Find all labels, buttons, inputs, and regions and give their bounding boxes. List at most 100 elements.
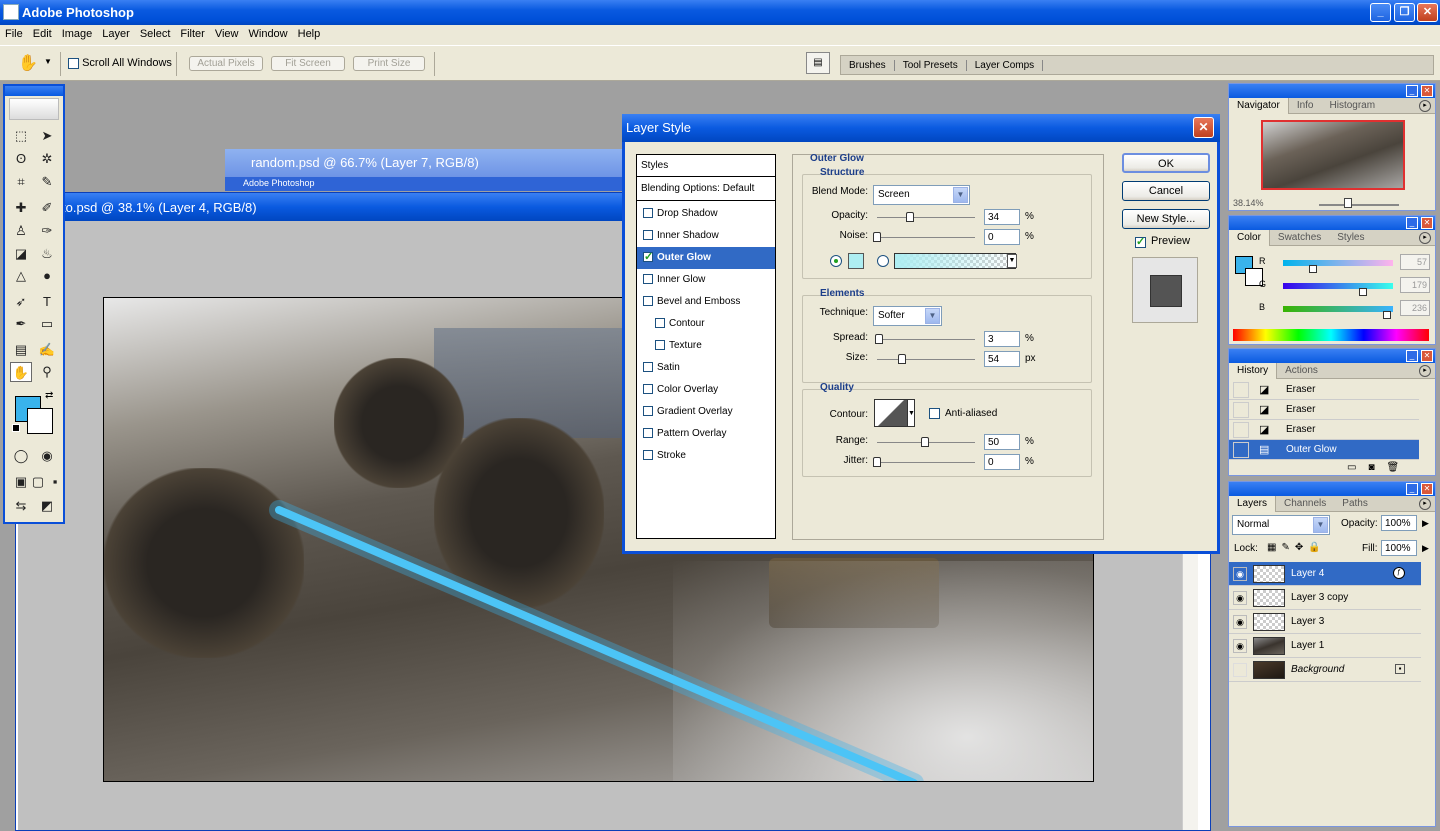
path-select-icon[interactable]: ➶: [10, 292, 32, 312]
screen-mode-full-menu-icon[interactable]: ▪: [44, 472, 66, 492]
panel-menu-icon[interactable]: ▸: [1419, 100, 1431, 112]
zoom-tool-icon[interactable]: ⚲: [36, 362, 58, 382]
color-spectrum-bar[interactable]: [1233, 329, 1429, 341]
dialog-close-button[interactable]: ✕: [1193, 117, 1214, 138]
style-contour[interactable]: Contour: [637, 313, 775, 335]
tool-preset-dropdown-icon[interactable]: ▼: [44, 57, 52, 66]
ok-button[interactable]: OK: [1122, 153, 1210, 173]
minimize-button[interactable]: _: [1370, 3, 1391, 22]
eye-icon[interactable]: ◉: [1233, 639, 1247, 653]
layer-row[interactable]: ◉ Layer 3 copy: [1229, 586, 1421, 610]
menu-file[interactable]: File: [0, 25, 28, 40]
style-gradient-overlay[interactable]: Gradient Overlay: [637, 401, 775, 423]
history-item-current[interactable]: ▤ Outer Glow: [1229, 440, 1419, 460]
style-outer-glow[interactable]: Outer Glow: [637, 247, 775, 269]
jitter-slider[interactable]: [877, 462, 975, 463]
navigator-zoom-knob[interactable]: [1344, 198, 1352, 208]
standard-mode-icon[interactable]: ◯: [10, 446, 32, 466]
contour-dropdown-icon[interactable]: ▼: [907, 399, 915, 427]
blue-slider-knob[interactable]: [1383, 311, 1391, 319]
tab-color[interactable]: Color: [1229, 230, 1270, 246]
menu-edit[interactable]: Edit: [28, 25, 57, 40]
menu-layer[interactable]: Layer: [97, 25, 135, 40]
style-texture[interactable]: Texture: [637, 335, 775, 357]
cancel-button[interactable]: Cancel: [1122, 181, 1210, 201]
eyedropper-tool-icon[interactable]: ✍: [36, 340, 58, 360]
solid-color-radio[interactable]: [830, 255, 842, 267]
slice-tool-icon[interactable]: ✎: [36, 172, 58, 192]
layer-blend-mode-select[interactable]: Normal ▼: [1232, 515, 1330, 535]
imageready-icon[interactable]: ◩: [36, 496, 58, 516]
brush-tool-icon[interactable]: ✐: [36, 198, 58, 218]
tab-swatches[interactable]: Swatches: [1270, 230, 1329, 246]
style-drop-shadow[interactable]: Drop Shadow: [637, 203, 775, 225]
green-slider-knob[interactable]: [1359, 288, 1367, 296]
layer-name[interactable]: Layer 1: [1291, 640, 1324, 651]
style-checkbox[interactable]: [643, 230, 653, 241]
style-satin[interactable]: Satin: [637, 357, 775, 379]
tab-layers[interactable]: Layers: [1229, 496, 1277, 512]
blending-options-item[interactable]: Blending Options: Default: [637, 177, 775, 201]
style-checkbox[interactable]: [643, 428, 653, 439]
contour-picker[interactable]: [874, 399, 908, 427]
tab-navigator[interactable]: Navigator: [1229, 98, 1289, 114]
history-snapshot-box[interactable]: [1233, 442, 1249, 458]
stamp-tool-icon[interactable]: ♙: [10, 221, 32, 241]
lock-icons[interactable]: ▦✎✥🔒: [1267, 542, 1326, 553]
style-checkbox[interactable]: [643, 406, 653, 417]
chevron-down-icon[interactable]: ▼: [953, 187, 968, 203]
style-checkbox[interactable]: [643, 208, 653, 219]
opacity-input[interactable]: 34: [984, 209, 1020, 225]
spread-input[interactable]: 3: [984, 331, 1020, 347]
style-checkbox[interactable]: [643, 274, 653, 285]
adobe-feather-icon[interactable]: [9, 98, 59, 120]
size-slider[interactable]: [877, 359, 975, 360]
menu-select[interactable]: Select: [135, 25, 176, 40]
jitter-slider-knob[interactable]: [873, 457, 881, 467]
scroll-all-windows-option[interactable]: Scroll All Windows: [68, 57, 172, 69]
green-value[interactable]: 179: [1400, 277, 1430, 293]
panel-menu-icon[interactable]: ▸: [1419, 365, 1431, 377]
navigator-thumbnail[interactable]: [1261, 120, 1405, 190]
layer-effects-icon[interactable]: ƒ: [1393, 567, 1405, 579]
panel-close-icon[interactable]: ✕: [1421, 217, 1433, 229]
chevron-down-icon[interactable]: ▼: [1313, 517, 1328, 533]
layer-row[interactable]: ◉ Layer 1: [1229, 634, 1421, 658]
blue-slider-track[interactable]: [1283, 306, 1393, 312]
quick-mask-icon[interactable]: ◉: [36, 446, 58, 466]
dodge-tool-icon[interactable]: ●: [36, 266, 58, 286]
menu-window[interactable]: Window: [244, 25, 293, 40]
style-bevel-emboss[interactable]: Bevel and Emboss: [637, 291, 775, 313]
style-checkbox[interactable]: [643, 296, 653, 307]
palette-well-toggle-icon[interactable]: ▤: [806, 52, 830, 74]
layer-name[interactable]: Layer 3 copy: [1291, 592, 1348, 603]
layer-fill-input[interactable]: 100%: [1381, 540, 1417, 556]
history-snapshot-box[interactable]: [1233, 422, 1249, 438]
history-snapshot-box[interactable]: [1233, 382, 1249, 398]
history-brush-icon[interactable]: ✑: [36, 221, 58, 241]
actual-pixels-button[interactable]: Actual Pixels: [189, 56, 263, 71]
healing-brush-icon[interactable]: ✚: [10, 198, 32, 218]
red-slider-knob[interactable]: [1309, 265, 1317, 273]
eye-icon[interactable]: ◉: [1233, 615, 1247, 629]
menu-view[interactable]: View: [210, 25, 244, 40]
default-colors-icon[interactable]: [12, 424, 20, 432]
red-slider-track[interactable]: [1283, 260, 1393, 266]
tab-actions[interactable]: Actions: [1277, 363, 1326, 379]
swap-colors-icon[interactable]: ⇄: [45, 390, 53, 401]
eye-hidden-icon[interactable]: [1233, 663, 1247, 677]
navigator-zoom-slider[interactable]: [1319, 204, 1399, 206]
panel-close-icon[interactable]: ✕: [1421, 350, 1433, 362]
size-slider-knob[interactable]: [898, 354, 906, 364]
panel-titlebar[interactable]: _ ✕: [1229, 482, 1435, 496]
panel-titlebar[interactable]: _ ✕: [1229, 349, 1435, 363]
new-style-button[interactable]: New Style...: [1122, 209, 1210, 229]
eye-icon[interactable]: ◉: [1233, 591, 1247, 605]
background-color-swatch[interactable]: [27, 408, 53, 434]
tab-styles[interactable]: Styles: [1329, 230, 1372, 246]
well-tab-layer-comps[interactable]: Layer Comps: [967, 60, 1044, 71]
preview-checkbox[interactable]: [1135, 235, 1146, 248]
layer-row[interactable]: ◉ Layer 3: [1229, 610, 1421, 634]
noise-input[interactable]: 0: [984, 229, 1020, 245]
style-checkbox[interactable]: [643, 250, 653, 263]
